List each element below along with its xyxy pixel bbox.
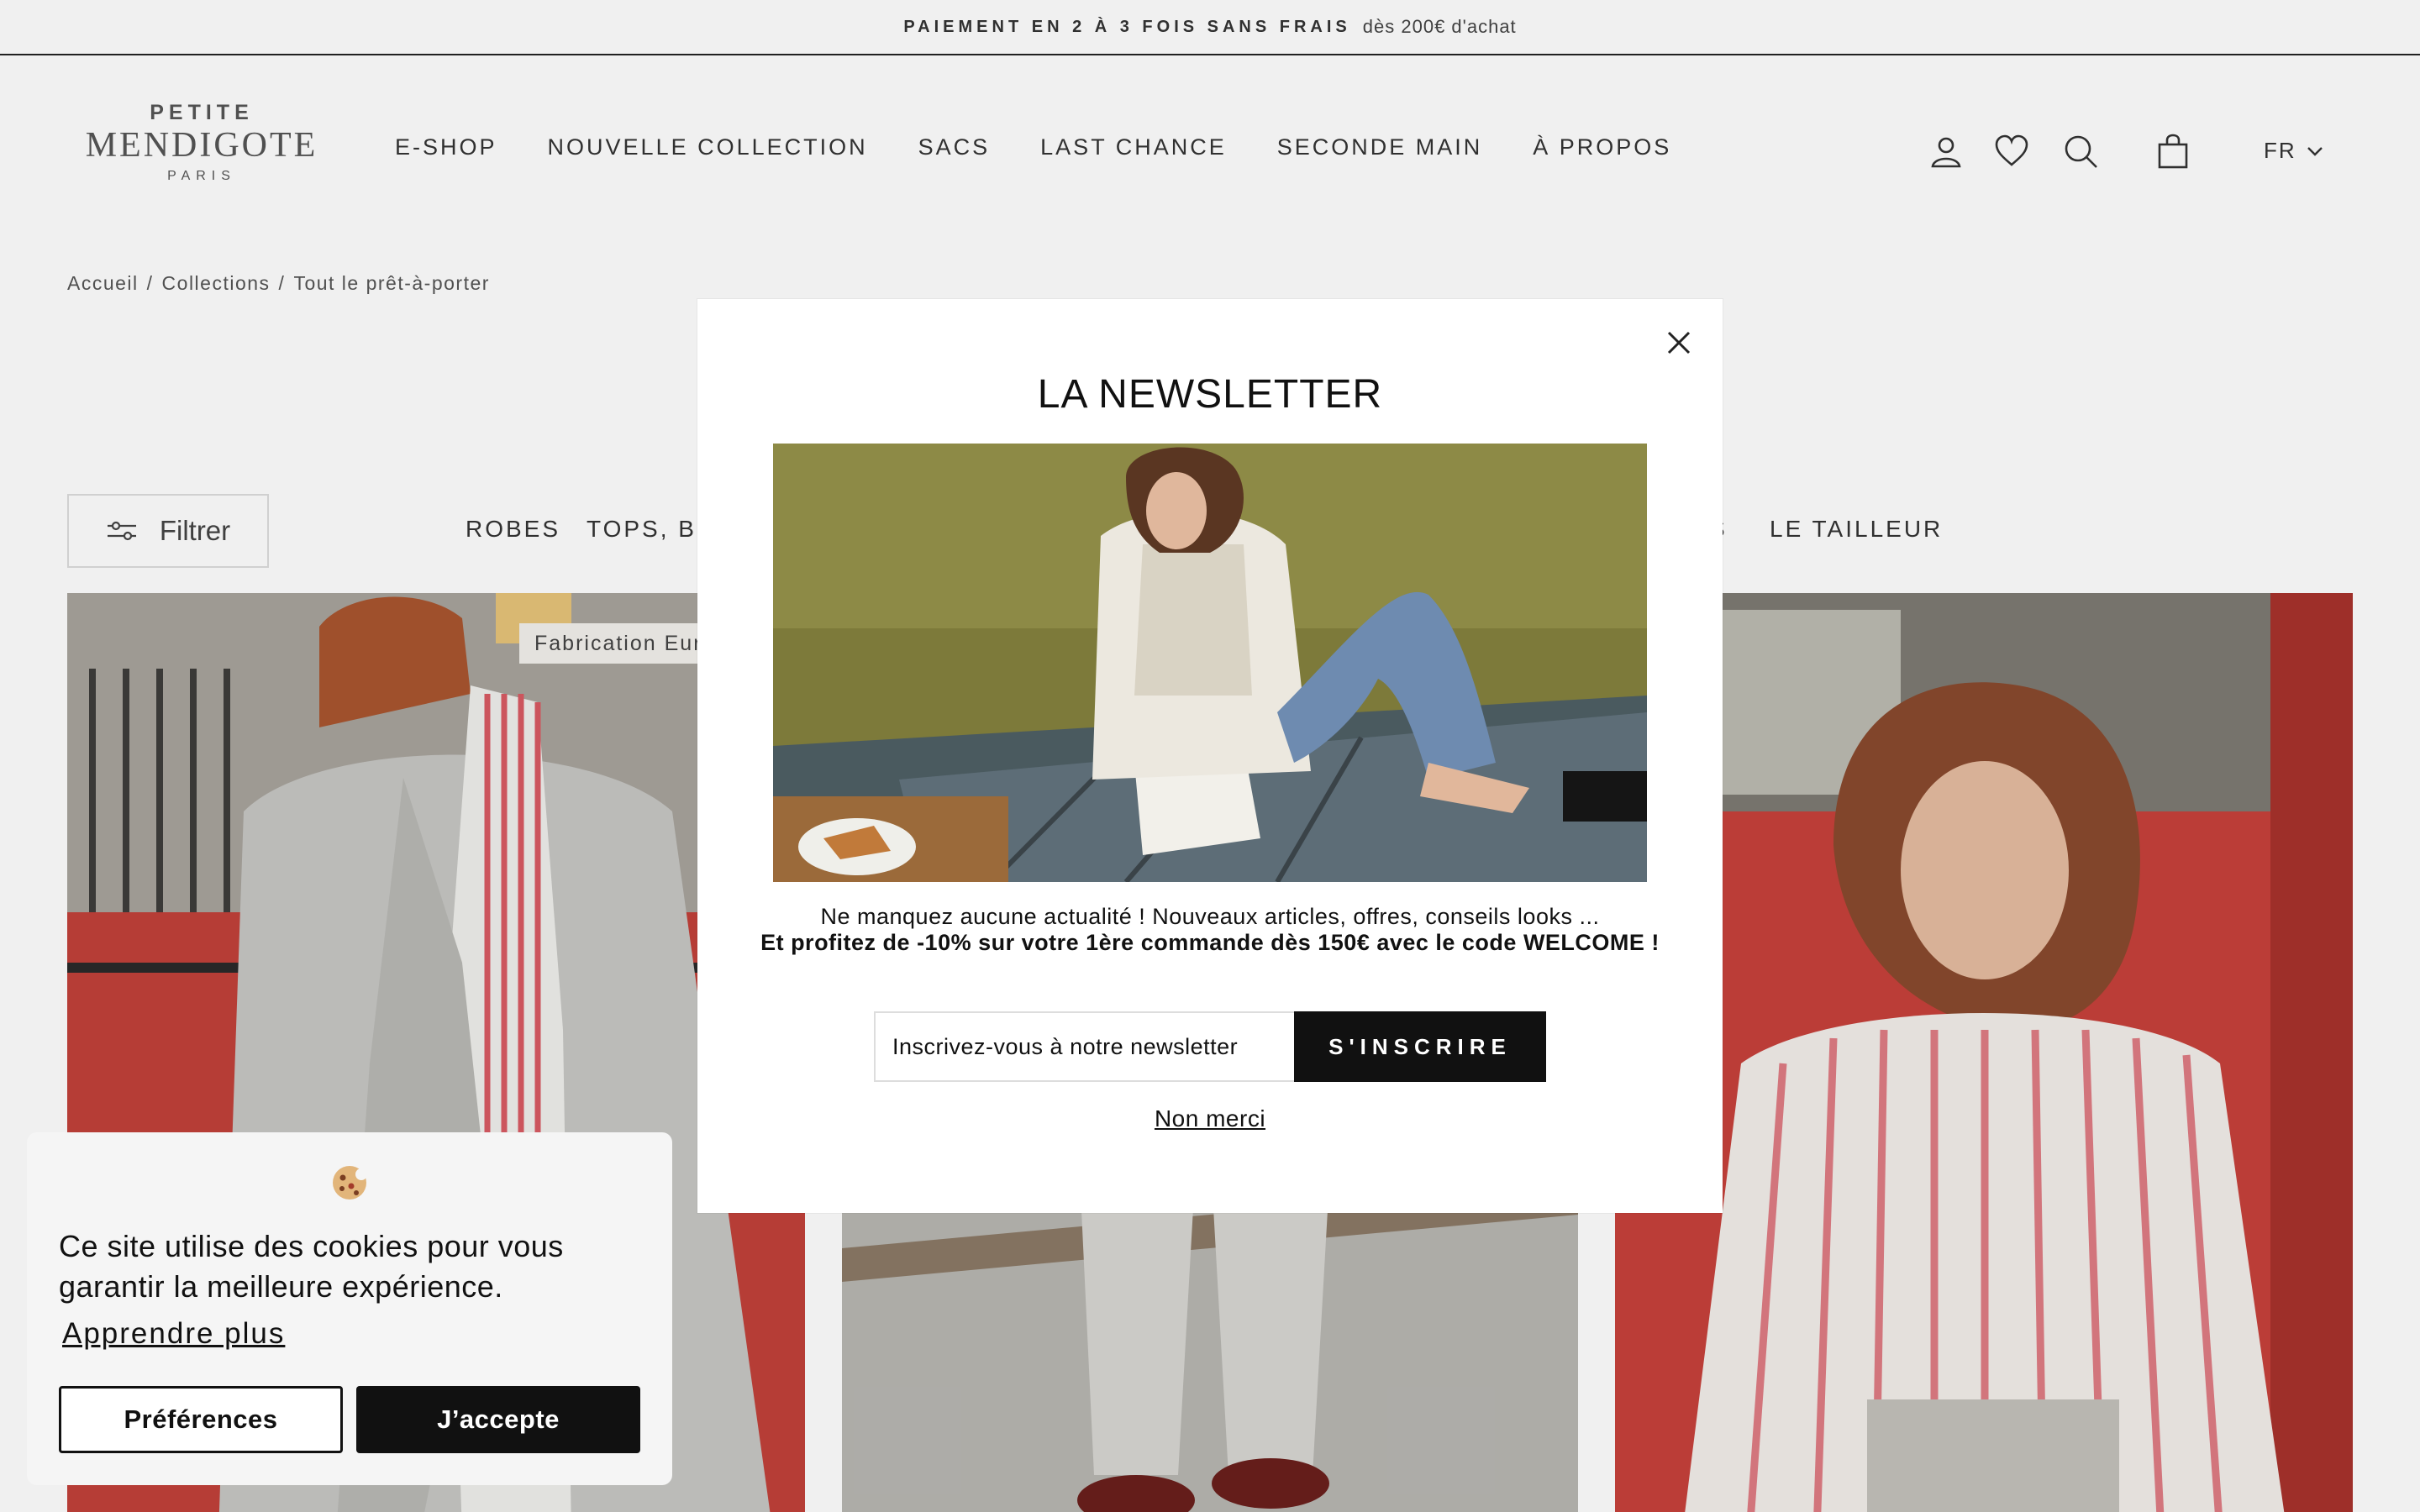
newsletter-text-line1: Ne manquez aucune actualité ! Nouveaux a… xyxy=(820,904,1600,929)
newsletter-description: Ne manquez aucune actualité ! Nouveaux a… xyxy=(748,904,1672,956)
close-icon[interactable] xyxy=(1660,324,1697,361)
cookie-message: Ce site utilise des cookies pour vous ga… xyxy=(59,1229,564,1304)
newsletter-submit-button[interactable]: S'INSCRIRE xyxy=(1294,1011,1546,1082)
cookie-icon xyxy=(333,1166,367,1200)
newsletter-text-line2: Et profitez de -10% sur votre 1ère comma… xyxy=(760,930,1660,955)
newsletter-image xyxy=(773,444,1647,882)
cookie-learn-more-link[interactable]: Apprendre plus xyxy=(62,1317,285,1351)
newsletter-modal: LA NEWSLETTER Ne manquez aucune actualit… xyxy=(697,299,1723,1213)
newsletter-title: LA NEWSLETTER xyxy=(1037,372,1383,417)
cookie-banner: Ce site utilise des cookies pour vous ga… xyxy=(27,1132,672,1485)
newsletter-email-input[interactable] xyxy=(874,1011,1294,1082)
cookie-accept-button[interactable]: J’accepte xyxy=(356,1386,640,1453)
cookie-preferences-button[interactable]: Préférences xyxy=(59,1386,343,1453)
newsletter-dismiss-link[interactable]: Non merci xyxy=(697,1105,1723,1132)
newsletter-signup-form: S'INSCRIRE xyxy=(874,1011,1546,1082)
